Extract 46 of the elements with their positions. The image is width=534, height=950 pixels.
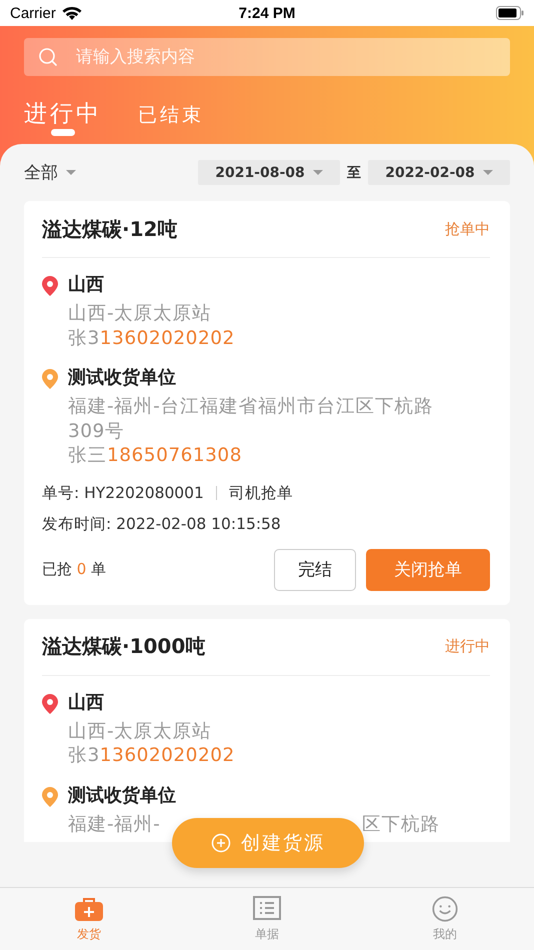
order-card[interactable]: 溢达煤碳·12吨 抢单中 山西 山西-太原太原站 张313602020202 测试收货单位 福建-福州-台江福建省福州市台江区下杭路309号 张三 18650761308 单号: HY2202080001 司机抢单 发布时间: 2022-02-08 10:15:58 已抢 0 单 完结 关闭抢单 [24,201,510,604]
location-name: 测试收货单位 [68,366,177,389]
location-address: 山西-太原太原站 [68,720,213,744]
publish-time: 发布时间: 2022-02-08 10:15:58 [42,514,281,534]
order-title: 溢达煤碳·12吨 [42,216,178,242]
date-separator: 至 [347,164,361,182]
order-status: 进行中 [445,637,490,656]
tab-bar-item[interactable]: 单据 [178,888,356,950]
contact-phone: 张313602020202 [68,744,235,768]
grabbed-count: 已抢 0 单 [42,560,106,579]
location-name: 测试收货单位 [68,784,177,806]
order-number: 单号: HY2202080001 [42,482,204,504]
start-date-picker[interactable]: 2021-08-08 [198,160,340,185]
create-source-button[interactable]: 创建货源 [172,818,364,868]
battery-icon [496,6,524,20]
destination-pin-icon [42,369,58,389]
location-address: 区下杭路 [362,812,440,836]
search-icon [38,47,58,67]
contact-phone: 张313602020202 [68,326,235,350]
tab-bar-item[interactable]: 我的 [356,888,534,950]
status-tab[interactable]: 进行中 [24,90,102,136]
wifi-icon [62,6,82,20]
destination-pin-icon [42,786,58,806]
finish-button[interactable]: 完结 [274,548,356,590]
plus-circle-icon [211,833,231,853]
order-status: 抢单中 [445,220,490,238]
category-dropdown[interactable]: 全部 [24,161,76,184]
end-date-picker[interactable]: 2022-02-08 [368,160,510,185]
origin-pin-icon [42,276,58,296]
origin-pin-icon [42,694,58,714]
location-address: 福建-福州-台江福建省福州市台江区下杭路309号 [68,395,434,444]
status-time: 7:24 PM [238,4,296,22]
list-icon [253,896,281,922]
medical-kit-icon [74,896,104,922]
contact-phone: 张三 18650761308 [68,444,243,468]
location-name: 山西 [68,273,105,296]
location-address: 福建-福州- [68,812,160,836]
location-address: 山西-太原太原站 [68,302,213,326]
smiley-icon [430,896,460,922]
status-tab[interactable]: 已结束 [138,90,204,136]
location-name: 山西 [68,690,105,714]
carrier-label: Carrier [10,4,56,22]
order-title: 溢达煤碳·1000吨 [42,633,206,660]
order-type: 司机抢单 [228,482,293,504]
tab-bar-item[interactable]: 发货 [0,888,178,950]
close-grab-button[interactable]: 关闭抢单 [366,548,490,590]
